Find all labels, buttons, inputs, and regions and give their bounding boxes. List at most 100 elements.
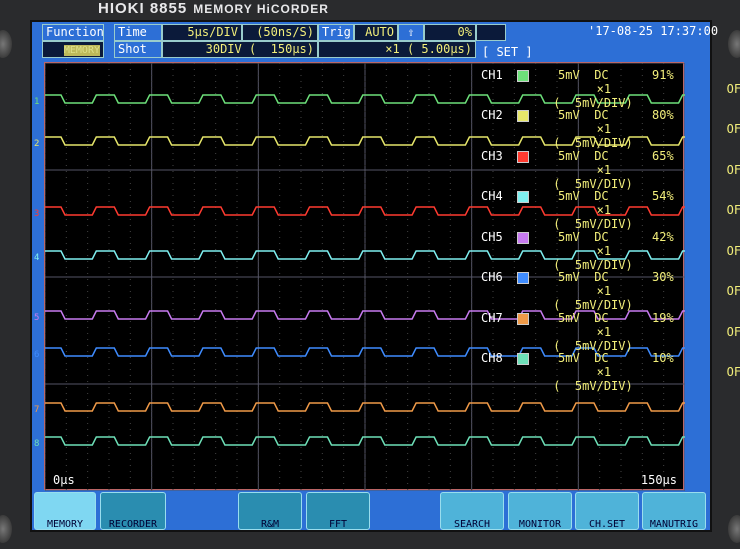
set-button[interactable]: [ SET ] [482, 45, 533, 60]
filter: OFF [726, 284, 740, 298]
search-button[interactable]: SEARCH [440, 492, 504, 530]
screw-icon [728, 30, 740, 58]
coupling: DC [594, 149, 609, 163]
channel-number: 1 [34, 97, 40, 107]
filter: OFF [726, 122, 740, 136]
x-start-label: 0µs [53, 473, 75, 487]
coupling: DC [594, 351, 609, 365]
channel-name: CH3 [481, 149, 503, 163]
channel-name: CH1 [481, 68, 503, 82]
shot-value[interactable]: 30DIV ( 150µs) [162, 41, 318, 58]
div: ( 5mV/DIV) [553, 379, 633, 393]
recorder-button[interactable]: RECORDER [100, 492, 166, 530]
mult: ×1 [596, 203, 612, 217]
channel-info-ch7[interactable]: CH7 5mV DC 19% ×1 OFF ( 5mV/DIV) [481, 311, 740, 353]
trig-slope-icon[interactable]: ⇧ [398, 24, 424, 41]
mult: ×1 [596, 163, 612, 177]
chset-button[interactable]: CH.SET [575, 492, 639, 530]
mult: ×1 [596, 82, 612, 96]
trig-mode[interactable]: AUTO [354, 24, 398, 41]
channel-number: 5 [34, 313, 40, 323]
fft-button[interactable]: FFT [306, 492, 370, 530]
time-div-value[interactable]: 5µs/DIV [162, 24, 242, 41]
coupling: DC [594, 189, 609, 203]
device-brand: HIOKI 8855 MEMORY HiCORDER [98, 0, 329, 17]
channel-name: CH2 [481, 108, 503, 122]
pos: 80% [652, 108, 674, 122]
channel-color-swatch [517, 352, 530, 365]
channel-info-ch6[interactable]: CH6 5mV DC 30% ×1 OFF ( 5mV/DIV) [481, 270, 740, 312]
memory-button[interactable]: MEMORY [34, 492, 96, 530]
channel-number: 8 [34, 439, 40, 449]
pos: 65% [652, 149, 674, 163]
rm-button[interactable]: R&M [238, 492, 302, 530]
channel-name: CH5 [481, 230, 503, 244]
manutrig-button[interactable]: MANUTRIG [642, 492, 706, 530]
channel-info-ch8[interactable]: CH8 5mV DC 10% ×1 OFF ( 5mV/DIV) [481, 351, 740, 393]
coupling: DC [594, 311, 609, 325]
range: 5mV [558, 230, 580, 244]
channel-name: CH4 [481, 189, 503, 203]
range: 5mV [558, 351, 580, 365]
magnification[interactable]: ×1 ( 5.00µs) [318, 41, 476, 58]
range: 5mV [558, 189, 580, 203]
waveform-plot[interactable]: CH1 5mV DC 91% ×1 OFF ( 5mV/DIV)CH2 5mV … [37, 62, 740, 492]
pos: 42% [652, 230, 674, 244]
channel-info-ch1[interactable]: CH1 5mV DC 91% ×1 OFF ( 5mV/DIV) [481, 68, 740, 110]
channel-color-swatch [517, 150, 530, 163]
coupling: DC [594, 108, 609, 122]
pos: 91% [652, 68, 674, 82]
filter: OFF [726, 365, 740, 379]
div: ( 5mV/DIV) [553, 136, 633, 150]
channel-color-swatch [517, 69, 530, 82]
channel-name: CH8 [481, 351, 503, 365]
range: 5mV [558, 270, 580, 284]
coupling: DC [594, 270, 609, 284]
range: 5mV [558, 108, 580, 122]
display-screen: Function MEMORY Time 5µs/DIV (50ns/S) Tr… [30, 20, 740, 532]
channel-color-swatch [517, 312, 530, 325]
channel-color-swatch [517, 190, 530, 203]
channel-info-ch3[interactable]: CH3 5mV DC 65% ×1 OFF ( 5mV/DIV) [481, 149, 740, 191]
range: 5mV [558, 68, 580, 82]
mult: ×1 [596, 325, 612, 339]
filter: OFF [726, 203, 740, 217]
monitor-button[interactable]: MONITOR [508, 492, 572, 530]
filter: OFF [726, 325, 740, 339]
datetime: '17-08-25 17:37:00 [588, 24, 719, 38]
shot-label: Shot [114, 41, 162, 58]
mult: ×1 [596, 365, 612, 379]
mult: ×1 [596, 122, 612, 136]
screw-icon [728, 515, 740, 543]
channel-name: CH6 [481, 270, 503, 284]
function-label: Function [42, 24, 104, 41]
filter: OFF [726, 82, 740, 96]
div: ( 5mV/DIV) [553, 217, 633, 231]
channel-info-ch2[interactable]: CH2 5mV DC 80% ×1 OFF ( 5mV/DIV) [481, 108, 740, 150]
pretrig-pct[interactable]: 0% [424, 24, 476, 41]
range: 5mV [558, 311, 580, 325]
pos: 54% [652, 189, 674, 203]
blank-cell [476, 24, 506, 41]
channel-number: 7 [34, 405, 40, 415]
channel-color-swatch [517, 271, 530, 284]
channel-name: CH7 [481, 311, 503, 325]
channel-info-ch5[interactable]: CH5 5mV DC 42% ×1 OFF ( 5mV/DIV) [481, 230, 740, 272]
x-end-label: 150µs [640, 473, 677, 487]
mult: ×1 [596, 284, 612, 298]
channel-number: 4 [34, 253, 40, 263]
filter: OFF [726, 163, 740, 177]
pos: 10% [652, 351, 674, 365]
channel-number: 6 [34, 350, 40, 360]
range: 5mV [558, 149, 580, 163]
channel-color-swatch [517, 109, 530, 122]
screw-icon [0, 30, 12, 58]
coupling: DC [594, 68, 609, 82]
function-value[interactable]: MEMORY [42, 41, 104, 58]
sample-rate: (50ns/S) [242, 24, 318, 41]
pos: 30% [652, 270, 674, 284]
channel-number: 2 [34, 139, 40, 149]
channel-info-ch4[interactable]: CH4 5mV DC 54% ×1 OFF ( 5mV/DIV) [481, 189, 740, 231]
coupling: DC [594, 230, 609, 244]
screw-icon [0, 515, 12, 543]
